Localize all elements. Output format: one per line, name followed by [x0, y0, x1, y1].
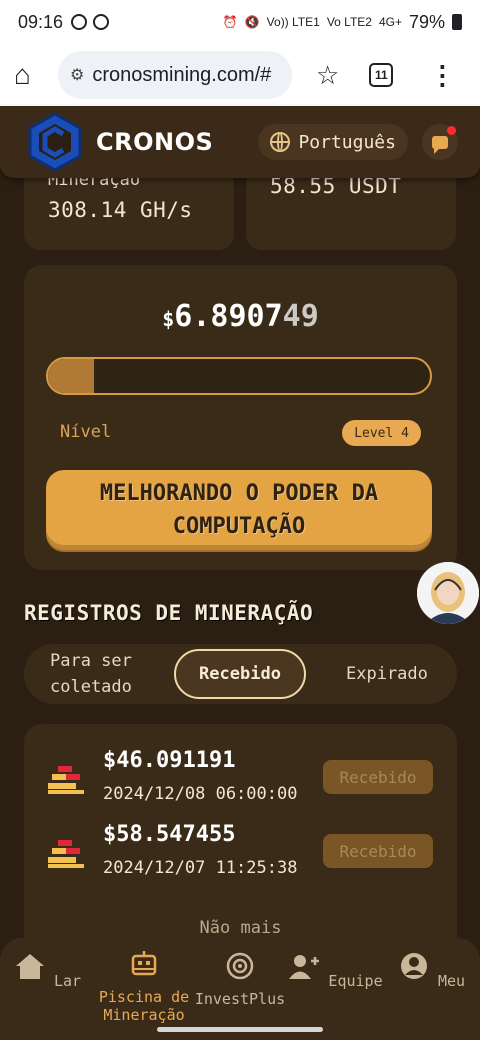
alarm-icon: ⏰ [222, 15, 238, 29]
nav-profile-label: Meu [437, 972, 466, 990]
gold-bars-icon [48, 840, 84, 868]
nav-profile[interactable]: Meu [382, 952, 480, 990]
battery-level: 79% [408, 11, 445, 32]
status-time: 09:16 [18, 11, 64, 32]
nav-team-label: Equipe [328, 972, 383, 990]
nav-mining-pool-label: Piscina de Mineração [98, 988, 190, 1024]
app-header: CRONOS Português [0, 106, 480, 178]
team-icon [289, 955, 320, 979]
status-right: ⏰ 🔇 Vo)) LTE1 Vo LTE2 4G+ 79% [223, 12, 462, 33]
signal-sim2-label: Vo LTE2 [326, 15, 372, 29]
url-bar[interactable]: ⚙ cronosmining.com/# [58, 51, 292, 99]
tab-expired[interactable]: Expirado [346, 644, 428, 704]
browser-home-icon[interactable]: ⌂ [14, 61, 46, 89]
mining-pool-icon [131, 951, 157, 976]
messages-button[interactable] [422, 124, 458, 160]
tab-to-collect[interactable]: Para ser coletado [50, 644, 170, 704]
hashrate-value: 308.14 GH/s [48, 198, 193, 222]
nav-home[interactable]: Lar [0, 952, 98, 990]
nav-mining-pool[interactable]: Piscina de Mineração [94, 950, 194, 1024]
upgrade-computing-button[interactable]: MELHORANDO O PODER DA COMPUTAÇÃO [46, 470, 432, 550]
level-progress-bar [46, 357, 432, 395]
globe-icon [270, 132, 291, 152]
mining-records-title: REGISTROS DE MINERAÇÃO [24, 601, 314, 625]
balance-currency: $ [162, 307, 175, 331]
network-type-label: 4G+ [378, 15, 402, 29]
battery-icon [452, 14, 462, 30]
records-tabs: Para ser coletado Recebido Expirado [24, 644, 457, 704]
language-selector[interactable]: Português [258, 124, 408, 160]
notification-dot [447, 126, 456, 135]
customer-support-avatar[interactable] [417, 562, 479, 624]
language-label: Português [298, 131, 396, 153]
mute-icon: 🔇 [244, 15, 260, 29]
brand-name: CRONOS [96, 128, 214, 156]
tab-received[interactable]: Recebido [174, 649, 306, 699]
url-text[interactable]: cronosmining.com/# [92, 64, 271, 87]
received-status-button[interactable]: Recebido [323, 834, 433, 868]
nav-investplus[interactable]: InvestPlus [190, 952, 290, 1008]
signal-sim1-label: Vo)) LTE1 [266, 15, 320, 29]
nav-team[interactable]: Equipe [286, 952, 386, 990]
gold-bars-icon [48, 766, 84, 794]
tab-switcher-button[interactable]: 11 [369, 63, 394, 87]
bookmark-star-icon[interactable]: ☆ [316, 60, 339, 91]
browser-menu-icon[interactable]: ⋮ [429, 60, 455, 91]
home-icon [15, 954, 44, 979]
level-badge: Level 4 [342, 420, 421, 446]
whatsapp-icon [71, 14, 88, 30]
list-item: $46.091191 2024/12/08 06:00:00 Recebido [24, 746, 457, 810]
gesture-home-bar[interactable] [157, 1027, 323, 1032]
live-balance: $6.890749 [24, 299, 457, 334]
cronos-logo-icon [28, 112, 82, 172]
records-list: $46.091191 2024/12/08 06:00:00 Recebido … [24, 724, 457, 964]
investplus-icon [226, 952, 254, 980]
level-card: $6.890749 Nível Level 4 MELHORANDO O POD… [24, 265, 457, 570]
balance-value: 6.8907 [174, 299, 283, 334]
record-date: 2024/12/07 11:25:38 [103, 858, 298, 878]
balance-rolling-digits: 49 [282, 299, 319, 334]
support-agent-icon [417, 562, 479, 624]
profile-icon [400, 953, 427, 979]
no-more-label: Não mais [199, 918, 282, 938]
level-label: Nível [60, 422, 112, 442]
bottom-nav: Lar Piscina de Mineração InvestPlus Equi… [0, 938, 480, 1040]
site-settings-icon[interactable]: ⚙ [70, 65, 84, 85]
level-progress-fill [48, 359, 94, 393]
chat-bubble-icon [432, 135, 448, 154]
notification-icons [71, 14, 110, 30]
browser-toolbar: ⌂ ⚙ cronosmining.com/# ☆ 11 ⋮ [0, 44, 480, 106]
record-amount: $58.547455 [103, 822, 236, 847]
status-bar: 09:16 ⏰ 🔇 Vo)) LTE1 Vo LTE2 4G+ 79% [0, 0, 480, 44]
nav-home-label: Lar [53, 972, 82, 990]
received-status-button[interactable]: Recebido [323, 760, 433, 794]
record-date: 2024/12/08 06:00:00 [103, 784, 298, 804]
record-amount: $46.091191 [103, 748, 236, 773]
add-circle-icon [93, 14, 110, 30]
list-item: $58.547455 2024/12/07 11:25:38 Recebido [24, 820, 457, 884]
nav-investplus-label: InvestPlus [194, 990, 286, 1008]
